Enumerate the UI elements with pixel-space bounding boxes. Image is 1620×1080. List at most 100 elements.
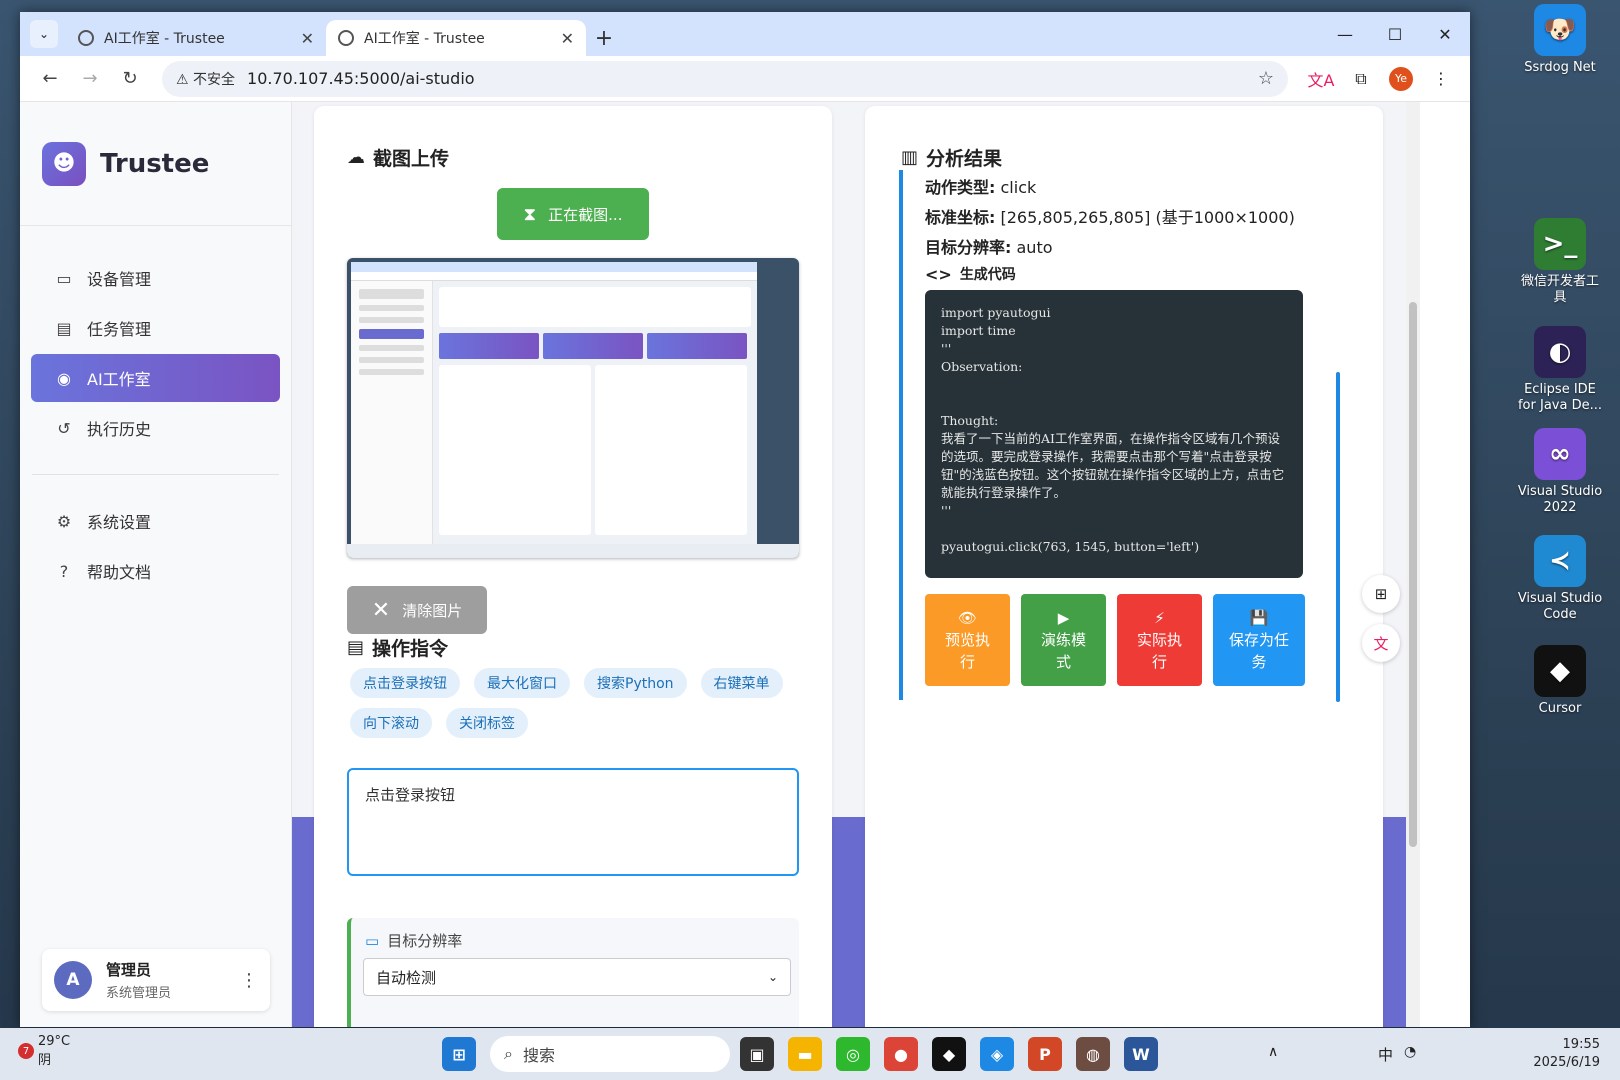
grid-add-icon[interactable]: ⊞	[1362, 575, 1400, 613]
preview-window	[351, 262, 757, 544]
forward-icon[interactable]: →	[72, 61, 108, 97]
screenshot-preview[interactable]	[347, 258, 799, 558]
command-chip[interactable]: 搜索Python	[584, 668, 687, 698]
action-button[interactable]: ⚡ 实际执行	[1117, 594, 1202, 686]
tab-strip: ⌄ AI工作室 - Trustee ✕ AI工作室 - Trustee ✕ + …	[20, 12, 1470, 56]
translate-icon[interactable]: 文	[1362, 624, 1400, 662]
wechat-icon[interactable]: ◎	[836, 1037, 870, 1071]
monitor-icon: ▭	[365, 931, 380, 950]
browser-window: ⌄ AI工作室 - Trustee ✕ AI工作室 - Trustee ✕ + …	[20, 12, 1470, 1027]
powerpoint-icon[interactable]: P	[1028, 1037, 1062, 1071]
history-icon: ↺	[57, 418, 71, 438]
close-icon: ✕	[371, 597, 391, 623]
desktop-icon[interactable]: >_ 微信开发者工具	[1515, 218, 1605, 306]
resolution-select[interactable]: 自动检测 ⌄	[363, 958, 791, 996]
more-vertical-icon[interactable]: ⋮	[240, 970, 258, 991]
desktop-icon[interactable]: ≺ Visual Studio Code	[1515, 535, 1605, 623]
taskbar-search[interactable]: ⌕ 搜索	[490, 1036, 730, 1072]
tab-1[interactable]: AI工作室 - Trustee ✕	[66, 20, 326, 56]
reload-icon[interactable]: ↻	[112, 61, 148, 97]
weather-condition: 阴	[38, 1053, 52, 1068]
ssrdog-icon[interactable]: ◈	[980, 1037, 1014, 1071]
tab-2[interactable]: AI工作室 - Trustee ✕	[326, 20, 586, 56]
close-window-icon[interactable]: ✕	[1420, 12, 1470, 56]
taskview-icon[interactable]: ▣	[740, 1037, 774, 1071]
user-card[interactable]: A 管理员 系统管理员 ⋮	[42, 949, 270, 1011]
clock[interactable]: 19:55 2025/6/19	[1533, 1036, 1600, 1072]
new-tab-button[interactable]: +	[586, 20, 622, 56]
word-icon[interactable]: W	[1124, 1037, 1158, 1071]
command-input[interactable]: 点击登录按钮	[347, 768, 799, 876]
action-button[interactable]: ▶ 演练模式	[1021, 594, 1106, 686]
app-icon[interactable]: ◍	[1076, 1037, 1110, 1071]
windows-start-icon[interactable]: ⊞	[442, 1037, 476, 1071]
user-name: 管理员	[106, 961, 152, 979]
sidebar-item[interactable]: ↺ 执行历史	[31, 404, 280, 452]
tray-chevron-icon[interactable]: ∧	[1268, 1044, 1278, 1060]
cloud-upload-icon: ☁	[347, 147, 365, 168]
screenshot-button[interactable]: ⧗ 正在截图...	[497, 188, 649, 240]
desktop-icon-label: Visual Studio Code	[1517, 591, 1603, 622]
action-button-label: 预览执行	[944, 631, 990, 671]
panel-scrollbar[interactable]	[1335, 172, 1341, 712]
resolution-row: 目标分辨率: auto	[925, 234, 1325, 258]
sidebar-item[interactable]: ▭ 设备管理	[31, 254, 280, 302]
tab-title: AI工作室 - Trustee	[104, 31, 225, 47]
res-value: auto	[1016, 238, 1053, 257]
close-icon[interactable]: ✕	[561, 29, 574, 48]
sidebar-item[interactable]: ⚙ 系统设置	[31, 497, 280, 545]
hourglass-icon: ⧗	[523, 203, 537, 225]
page-scroll-thumb[interactable]	[1409, 302, 1417, 847]
app-icon: 🐶	[1534, 4, 1586, 56]
file-explorer-icon[interactable]: ▬	[788, 1037, 822, 1071]
profile-avatar[interactable]: Ye	[1384, 62, 1418, 96]
close-icon[interactable]: ✕	[301, 29, 314, 48]
play-icon: ▶	[1057, 609, 1070, 627]
minimize-icon[interactable]: —	[1320, 12, 1370, 56]
back-icon[interactable]: ←	[32, 61, 68, 97]
cursor-icon[interactable]: ◆	[932, 1037, 966, 1071]
url-text[interactable]: 10.70.107.45:5000/ai-studio	[247, 69, 1258, 88]
clear-image-button[interactable]: ✕ 清除图片	[347, 586, 487, 634]
app-icon: ◆	[1534, 645, 1586, 697]
page-scrollbar[interactable]	[1406, 102, 1420, 1027]
extensions-icon[interactable]: ⧉	[1344, 62, 1378, 96]
wifi-icon[interactable]: ◔	[1404, 1044, 1416, 1060]
command-chip[interactable]: 关闭标签	[446, 708, 528, 738]
ime-indicator[interactable]: 中	[1378, 1044, 1393, 1065]
bolt-icon: ⚡	[1154, 609, 1165, 627]
taskbar: 7 29°C 阴 ⊞ ⌕ 搜索 ▣ ▬ ◎ ● ◆ ◈ P ◍ W ∧ 中 ◔ 19…	[0, 1028, 1620, 1080]
panel-scroll-thumb[interactable]	[1336, 372, 1340, 702]
command-chip[interactable]: 点击登录按钮	[350, 668, 460, 698]
sidebar-item[interactable]: ◉ AI工作室	[31, 354, 280, 402]
tab-search-icon[interactable]: ⌄	[30, 20, 58, 48]
desktop-icon[interactable]: ◐ Eclipse IDE for Java De...	[1515, 326, 1605, 414]
browser-toolbar: ← → ↻ ⚠ 不安全 10.70.107.45:5000/ai-studio …	[20, 56, 1470, 102]
maximize-icon[interactable]: ☐	[1370, 12, 1420, 56]
desktop-icon[interactable]: ◆ Cursor	[1515, 645, 1605, 717]
translate-extension-icon[interactable]: 文A	[1304, 62, 1338, 96]
desktop-icon[interactable]: ∞ Visual Studio 2022	[1515, 428, 1605, 516]
clear-image-label: 清除图片	[402, 601, 463, 620]
action-button[interactable]: 💾 保存为任务	[1213, 594, 1305, 686]
command-chip[interactable]: 最大化窗口	[474, 668, 570, 698]
page-content: ☻ Trustee ▭ 设备管理 ▤ 任务管理 ◉ AI工作室 ↺ 执行历史 ⚙ 系统设置? 帮助…	[20, 102, 1420, 1027]
app-icon: ◐	[1534, 326, 1586, 378]
sidebar-item[interactable]: ▤ 任务管理	[31, 304, 280, 352]
address-bar[interactable]: ⚠ 不安全 10.70.107.45:5000/ai-studio ☆	[162, 60, 1288, 97]
insecure-label[interactable]: ⚠ 不安全	[176, 69, 235, 89]
code-block[interactable]: import pyautogui import time ''' Observa…	[925, 290, 1303, 578]
action-type-label: 动作类型:	[925, 178, 996, 197]
command-chip[interactable]: 右键菜单	[700, 668, 783, 698]
lightbulb-icon: ◉	[57, 368, 71, 388]
action-type-value: click	[1000, 178, 1037, 197]
action-button[interactable]: 👁 预览执行	[925, 594, 1010, 686]
chrome-icon[interactable]: ●	[884, 1037, 918, 1071]
weather-widget[interactable]: 7 29°C 阴	[18, 1034, 70, 1068]
command-chip[interactable]: 向下滚动	[350, 708, 432, 738]
sidebar-item[interactable]: ? 帮助文档	[31, 547, 280, 595]
sidebar-item-label: AI工作室	[87, 370, 151, 389]
star-icon[interactable]: ☆	[1258, 68, 1274, 89]
desktop-icon[interactable]: 🐶 Ssrdog Net	[1515, 4, 1605, 76]
menu-icon[interactable]: ⋮	[1424, 62, 1458, 96]
